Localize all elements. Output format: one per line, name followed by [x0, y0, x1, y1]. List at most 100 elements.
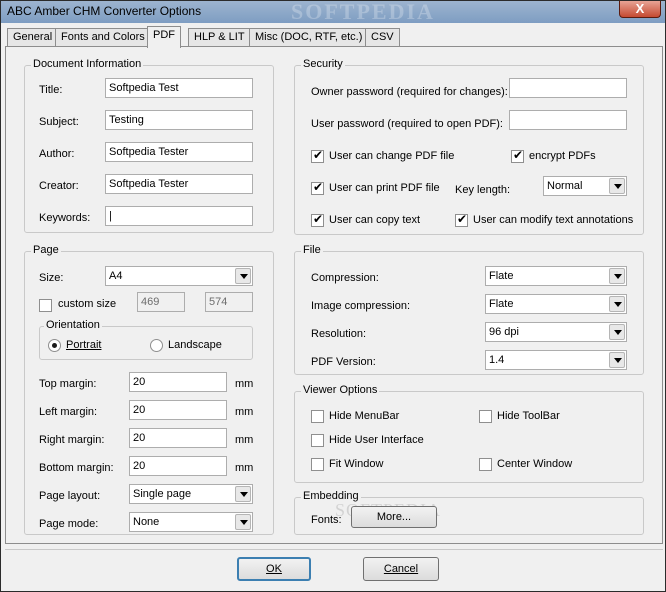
hide-toolbar-checkbox[interactable] [479, 410, 492, 423]
hide-user-interface-label: Hide User Interface [329, 434, 424, 446]
left-margin-input[interactable]: 20 [129, 400, 227, 420]
change-pdf-checkbox[interactable] [311, 148, 324, 163]
tab-general[interactable]: General [7, 28, 59, 47]
copy-text-checkbox[interactable] [311, 212, 324, 227]
image-compression-select[interactable]: Flate [485, 294, 627, 314]
hide-menubar-checkbox[interactable] [311, 410, 324, 423]
key-length-select[interactable]: Normal [543, 176, 627, 196]
chevron-down-icon[interactable] [609, 178, 625, 194]
author-input[interactable]: Softpedia Tester [105, 142, 253, 162]
page-layout-label: Page layout: [39, 490, 101, 502]
creator-label: Creator: [39, 180, 79, 192]
portrait-label: Portrait [66, 339, 102, 351]
close-button[interactable]: X [619, 1, 661, 18]
chevron-down-icon[interactable] [235, 268, 251, 284]
file-group: File Compression: Flate Image compressio… [294, 244, 644, 375]
chevron-down-icon[interactable] [609, 268, 625, 284]
page-size-value: A4 [109, 270, 123, 282]
page-layout-select[interactable]: Single page [129, 484, 253, 504]
creator-input[interactable]: Softpedia Tester [105, 174, 253, 194]
tab-hlp-lit[interactable]: HLP & LIT [188, 28, 251, 47]
image-compression-value: Flate [489, 298, 514, 310]
encrypt-pdfs-checkbox[interactable] [511, 148, 524, 163]
copy-text-label: User can copy text [329, 214, 421, 226]
chevron-down-icon[interactable] [609, 352, 625, 368]
author-label: Author: [39, 148, 75, 160]
top-margin-input[interactable]: 20 [129, 372, 227, 392]
group-legend: Security [301, 58, 345, 70]
chevron-down-icon[interactable] [235, 486, 251, 502]
chevron-down-icon[interactable] [235, 514, 251, 530]
group-legend: Viewer Options [301, 384, 380, 396]
bottom-margin-label: Bottom margin: [39, 462, 114, 474]
pdf-version-select[interactable]: 1.4 [485, 350, 627, 370]
more-fonts-button[interactable]: More... [351, 506, 437, 528]
softpedia-watermark: SOFTPEDIA [291, 0, 435, 24]
owner-password-input[interactable] [509, 78, 627, 98]
landscape-label: Landscape [168, 339, 222, 351]
ok-button[interactable]: OK [237, 557, 311, 581]
bottom-margin-input[interactable]: 20 [129, 456, 227, 476]
subject-label: Subject: [39, 116, 79, 128]
compression-label: Compression: [311, 272, 379, 284]
hide-menubar-label: Hide MenuBar [329, 410, 400, 422]
hide-user-interface-checkbox[interactable] [311, 434, 324, 447]
group-legend: File [301, 244, 323, 256]
print-pdf-checkbox[interactable] [311, 180, 324, 195]
pdf-version-label: PDF Version: [311, 356, 376, 368]
subject-input[interactable]: Testing [105, 110, 253, 130]
viewer-options-group: Viewer Options Hide MenuBar Hide ToolBar… [294, 384, 644, 483]
pdf-tab-panel: Document Information Title: Softpedia Te… [5, 46, 663, 544]
fit-window-checkbox[interactable] [311, 458, 324, 471]
unit-label: mm [235, 378, 254, 390]
page-size-select[interactable]: A4 [105, 266, 253, 286]
custom-size-checkbox[interactable] [39, 299, 52, 312]
tab-csv[interactable]: CSV [365, 28, 400, 47]
landscape-radio[interactable] [150, 339, 163, 352]
modify-annotations-checkbox[interactable] [455, 212, 468, 227]
tab-pdf[interactable]: PDF [147, 26, 181, 48]
fit-window-label: Fit Window [329, 458, 384, 470]
center-window-label: Center Window [497, 458, 573, 470]
orientation-group: Orientation Portrait Landscape [39, 319, 253, 360]
resolution-value: 96 dpi [489, 326, 519, 338]
change-pdf-label: User can change PDF file [329, 150, 455, 162]
resolution-label: Resolution: [311, 328, 367, 340]
right-margin-label: Right margin: [39, 434, 105, 446]
user-password-label: User password (required to open PDF): [311, 118, 503, 130]
unit-label: mm [235, 434, 254, 446]
custom-height-input[interactable]: 574 [205, 292, 253, 312]
unit-label: mm [235, 462, 254, 474]
size-label: Size: [39, 272, 64, 284]
print-pdf-label: User can print PDF file [329, 182, 440, 194]
chevron-down-icon[interactable] [609, 296, 625, 312]
dialog-button-bar: OK Cancel [5, 549, 663, 589]
security-group: Security Owner password (required for ch… [294, 58, 644, 235]
tab-fonts-and-colors[interactable]: Fonts and Colors [55, 28, 151, 47]
compression-value: Flate [489, 270, 514, 282]
title-bar[interactable]: ABC Amber CHM Converter Options SOFTPEDI… [1, 0, 665, 24]
compression-select[interactable]: Flate [485, 266, 627, 286]
title-input[interactable]: Softpedia Test [105, 78, 253, 98]
window-title: ABC Amber CHM Converter Options [7, 4, 202, 18]
user-password-input[interactable] [509, 110, 627, 130]
portrait-radio[interactable] [48, 339, 61, 352]
owner-password-label: Owner password (required for changes): [311, 86, 508, 98]
document-information-group: Document Information Title: Softpedia Te… [24, 58, 274, 233]
image-compression-label: Image compression: [311, 300, 411, 312]
page-mode-select[interactable]: None [129, 512, 253, 532]
center-window-checkbox[interactable] [479, 458, 492, 471]
keywords-input[interactable]: | [105, 206, 253, 226]
custom-width-input[interactable]: 469 [137, 292, 185, 312]
options-dialog: ABC Amber CHM Converter Options SOFTPEDI… [0, 0, 666, 592]
encrypt-pdfs-label: encrypt PDFs [529, 150, 596, 162]
tab-misc[interactable]: Misc (DOC, RTF, etc.) [249, 28, 369, 47]
resolution-select[interactable]: 96 dpi [485, 322, 627, 342]
page-group: Page Size: A4 custom size 469 574 Orient… [24, 244, 274, 535]
page-layout-value: Single page [133, 488, 192, 500]
group-legend: Document Information [31, 58, 144, 70]
pdf-version-value: 1.4 [489, 354, 505, 366]
cancel-button[interactable]: Cancel [363, 557, 439, 581]
right-margin-input[interactable]: 20 [129, 428, 227, 448]
chevron-down-icon[interactable] [609, 324, 625, 340]
